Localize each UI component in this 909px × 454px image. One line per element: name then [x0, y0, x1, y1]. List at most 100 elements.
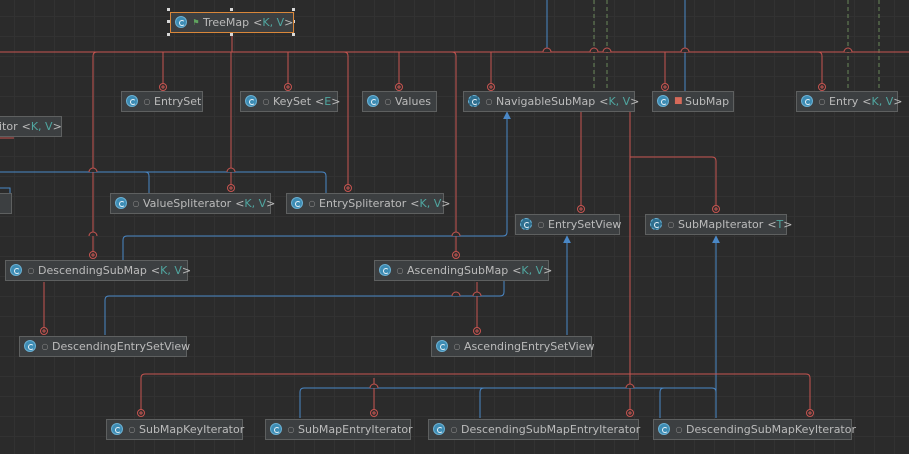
class-name: DescendingEntrySetView [52, 340, 191, 353]
class-name: SubMapIterator [678, 218, 764, 231]
class-name: EntrySetView [548, 218, 622, 231]
package-visibility-icon: ○ [453, 342, 461, 351]
type-parameter-list: K, V [30, 120, 53, 133]
class-node-descsubmap[interactable]: ○ DescendingSubMap <K, V> [5, 260, 192, 281]
package-visibility-icon: ○ [667, 220, 675, 229]
lock-icon: ■ [674, 96, 683, 106]
class-node-descentrysetview[interactable]: ○ DescendingEntrySetView [19, 336, 191, 357]
class-name: Values [395, 95, 431, 108]
class-name: EntrySet [154, 95, 202, 108]
package-visibility-icon: ○ [450, 425, 458, 434]
class-name: ValueSpliterator [143, 197, 232, 210]
inner-class-markers [40, 83, 826, 417]
type-parameter-list: E [324, 95, 332, 108]
type-parameters: <K, V> [21, 120, 62, 133]
package-visibility-icon: ○ [396, 266, 404, 275]
class-node-values[interactable]: ○ Values [362, 91, 437, 112]
class-node-valuespliterator[interactable]: ○ ValueSpliterator <K, V> [110, 193, 275, 214]
selection-handle[interactable] [167, 33, 170, 36]
class-name: KeySet [273, 95, 312, 108]
type-parameter-list: K, V [608, 95, 631, 108]
package-visibility-icon: ○ [308, 199, 316, 208]
package-visibility-icon: ○ [132, 199, 140, 208]
package-visibility-icon: ○ [485, 97, 493, 106]
class-icon [367, 95, 380, 108]
class-name: Entry [829, 95, 859, 108]
class-icon [115, 197, 128, 210]
class-node-entrysetview[interactable]: ○ EntrySetView [515, 214, 622, 235]
class-name: AscendingEntrySetView [464, 340, 595, 353]
class-node-entryspliterator[interactable]: ○ EntrySpliterator <K, V> [286, 193, 450, 214]
class-icon [111, 423, 124, 436]
class-icon [657, 95, 670, 108]
type-parameters: <K, V> [253, 16, 294, 29]
selection-handle[interactable] [292, 8, 295, 11]
class-icon [520, 218, 533, 231]
class-node-keyset[interactable]: ○ KeySet <E> [240, 91, 341, 112]
class-icon [291, 197, 304, 210]
class-node-ascsubmap[interactable]: ○ AscendingSubMap <K, V> [374, 260, 553, 281]
class-node-ascentrysetview[interactable]: ○ AscendingEntrySetView [431, 336, 595, 357]
package-visibility-icon: ○ [818, 97, 826, 106]
package-visibility-icon: ○ [143, 97, 151, 106]
class-name: TreeMap [203, 16, 250, 29]
class-node-entryset[interactable]: ○ EntrySet [121, 91, 203, 112]
class-node-treemap[interactable]: ⚑ TreeMap <K, V> [170, 12, 294, 33]
class-name: itor [0, 120, 18, 133]
class-name: NavigableSubMap [496, 95, 596, 108]
class-node-iterator_cut[interactable]: itor <K, V> [0, 116, 62, 137]
type-parameters: <K, V> [150, 264, 192, 277]
selection-handle[interactable] [292, 33, 295, 36]
class-icon [175, 16, 188, 29]
class-node-cut2[interactable] [0, 193, 12, 214]
type-parameters: <E> [315, 95, 341, 108]
class-node-descsubmapkeyiterator[interactable]: ○ DescendingSubMapKeyIterator [653, 419, 856, 440]
class-node-submapentryiterator[interactable]: ○ SubMapEntryIterator [265, 419, 413, 440]
selection-handle[interactable] [230, 8, 233, 11]
type-parameters: <K, V> [512, 264, 553, 277]
type-parameters: <K, V> [410, 197, 451, 210]
selection-handle[interactable] [230, 33, 233, 36]
class-icon [379, 264, 392, 277]
public-flag-icon: ⚑ [192, 18, 200, 27]
package-visibility-icon: ○ [41, 342, 49, 351]
class-icon [801, 95, 814, 108]
class-icon [245, 95, 258, 108]
type-parameter-list: K, V [419, 197, 442, 210]
diagram-canvas[interactable]: ⚑ TreeMap <K, V> ○ EntrySet ○ KeySet <E> ○ Values… [0, 0, 909, 454]
class-node-submap[interactable]: ■ SubMap [652, 91, 734, 112]
class-name: SubMap [685, 95, 730, 108]
package-visibility-icon: ○ [537, 220, 545, 229]
type-parameter-list: K, V [244, 197, 267, 210]
class-node-descsubmapentryiterator[interactable]: ○ DescendingSubMapEntryIterator [428, 419, 641, 440]
class-node-entry[interactable]: ○ Entry <K, V> [796, 91, 902, 112]
class-icon [468, 95, 481, 108]
dependency-lines [593, 0, 880, 91]
class-icon [658, 423, 671, 436]
type-parameter-list: T [776, 218, 784, 231]
class-icon [436, 340, 449, 353]
class-name: SubMapEntryIterator [298, 423, 413, 436]
class-name: DescendingSubMapEntryIterator [461, 423, 641, 436]
package-visibility-icon: ○ [675, 425, 683, 434]
class-icon [433, 423, 446, 436]
type-parameters: <K, V> [235, 197, 276, 210]
package-visibility-icon: ○ [128, 425, 136, 434]
class-name: AscendingSubMap [407, 264, 509, 277]
class-name: DescendingSubMapKeyIterator [686, 423, 856, 436]
package-visibility-icon: ○ [287, 425, 295, 434]
type-parameter-list: K, V [160, 264, 182, 277]
class-name: DescendingSubMap [38, 264, 147, 277]
class-node-submapiterator[interactable]: ○ SubMapIterator <T> [645, 214, 792, 235]
type-parameter-list: K, V [871, 95, 894, 108]
class-icon [650, 218, 663, 231]
type-parameters: <K, V> [862, 95, 903, 108]
selection-handle[interactable] [167, 8, 170, 11]
class-node-navsubmap[interactable]: ○ NavigableSubMap <K, V> [463, 91, 639, 112]
class-name: EntrySpliterator [319, 197, 407, 210]
package-visibility-icon: ○ [262, 97, 270, 106]
package-visibility-icon: ○ [384, 97, 392, 106]
class-icon [24, 340, 37, 353]
type-parameters: <K, V> [599, 95, 640, 108]
class-node-submapkeyiterator[interactable]: ○ SubMapKeyIterator [106, 419, 244, 440]
